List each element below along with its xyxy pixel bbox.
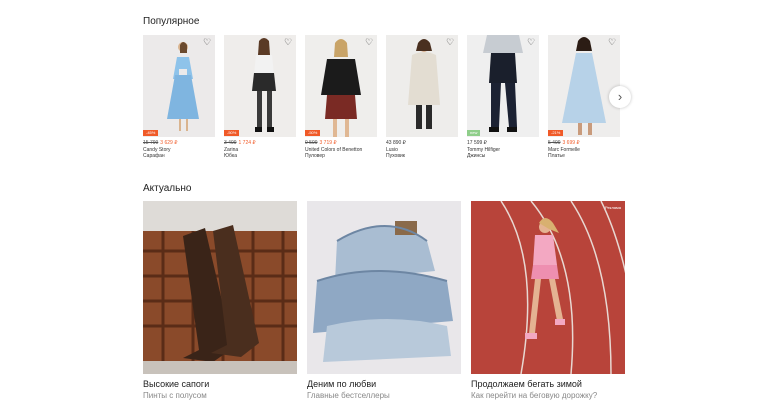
product-image [305, 35, 377, 137]
product-card[interactable]: ♡ -45% 15 799 3 629 ₽ Candy Story Сарафан [143, 35, 215, 159]
promo-image[interactable] [307, 201, 461, 374]
sale-price: 3 699 ₽ [562, 140, 580, 146]
product-card[interactable]: ♡ -50% 9 599 3 719 ₽ United Colors of Ben… [305, 35, 377, 159]
product-prices: 43 890 ₽ [386, 140, 458, 147]
product-photo[interactable]: ♡ -45% [143, 35, 215, 137]
promo-subtitle: Пинты с полусом [143, 391, 207, 400]
running-image [471, 201, 625, 374]
actual-section-title: Актуально [143, 183, 192, 194]
product-image [548, 35, 620, 137]
product-image [386, 35, 458, 137]
product-prices: 9 599 3 719 ₽ [305, 140, 377, 147]
denim-image [307, 201, 461, 374]
popular-section-title: Популярное [143, 16, 200, 27]
chevron-right-icon[interactable]: › [609, 86, 631, 108]
favorite-heart-icon[interactable]: ♡ [283, 37, 293, 47]
price: 43 890 ₽ [386, 140, 406, 146]
discount-badge: -21% [548, 130, 564, 136]
favorite-heart-icon[interactable]: ♡ [526, 37, 536, 47]
discount-badge: -45% [143, 130, 159, 136]
sale-price: 1 724 ₽ [238, 140, 256, 146]
promo-subtitle: Главные бестселлеры [307, 391, 390, 400]
favorite-heart-icon[interactable]: ♡ [445, 37, 455, 47]
product-image [143, 35, 215, 137]
promo-title[interactable]: Высокие сапоги [143, 379, 297, 390]
favorite-heart-icon[interactable]: ♡ [364, 37, 374, 47]
promo-subtitle: Как перейти на беговую дорожку? [471, 391, 598, 400]
product-type: Джинсы [467, 153, 486, 159]
promo-tile[interactable]: Деним по любви Главные бестселлеры [307, 201, 461, 401]
popular-products-carousel: ♡ -45% 15 799 3 629 ₽ Candy Story Сарафан… [143, 35, 623, 165]
promo-tile[interactable]: Реклама Продолжаем бегать зимой Как пере… [471, 201, 625, 401]
product-image [467, 35, 539, 137]
old-price: 5 499 [548, 140, 561, 146]
boots-image [143, 201, 297, 374]
old-price: 3 499 [224, 140, 237, 146]
promo-tile[interactable]: Высокие сапоги Пинты с полусом [143, 201, 297, 401]
sale-price: 3 719 ₽ [319, 140, 337, 146]
product-image [224, 35, 296, 137]
promo-image[interactable]: Реклама [471, 201, 625, 374]
discount-badge: -50% [305, 130, 321, 136]
promo-title[interactable]: Деним по любви [307, 379, 461, 390]
product-card[interactable]: ♡ new 17 599 ₽ Tommy Hilfiger Джинсы [467, 35, 539, 159]
product-card[interactable]: ♡ 43 890 ₽ Lusio Пуховик [386, 35, 458, 159]
product-prices: 15 799 3 629 ₽ [143, 140, 215, 147]
price: 17 599 ₽ [467, 140, 487, 146]
product-type: Сарафан [143, 153, 165, 159]
product-prices: 3 499 1 724 ₽ [224, 140, 296, 147]
favorite-heart-icon[interactable]: ♡ [607, 37, 617, 47]
product-type: Платье [548, 153, 565, 159]
product-photo[interactable]: ♡ -21% [548, 35, 620, 137]
old-price: 15 799 [143, 140, 159, 146]
favorite-heart-icon[interactable]: ♡ [202, 37, 212, 47]
product-photo[interactable]: ♡ new [467, 35, 539, 137]
new-badge: new [467, 130, 481, 136]
product-photo[interactable]: ♡ -50% [224, 35, 296, 137]
product-type: Юбка [224, 153, 237, 159]
ad-label: Реклама [604, 205, 621, 210]
promo-image[interactable] [143, 201, 297, 374]
product-photo[interactable]: ♡ -50% [305, 35, 377, 137]
product-type: Пуховик [386, 153, 405, 159]
promo-title[interactable]: Продолжаем бегать зимой [471, 379, 625, 390]
product-card[interactable]: ♡ -50% 3 499 1 724 ₽ Zarina Юбка [224, 35, 296, 159]
old-price: 9 599 [305, 140, 318, 146]
sale-price: 3 629 ₽ [160, 140, 178, 146]
product-prices: 5 499 3 699 ₽ [548, 140, 620, 147]
product-prices: 17 599 ₽ [467, 140, 539, 147]
discount-badge: -50% [224, 130, 240, 136]
product-type: Пуловер [305, 153, 325, 159]
product-photo[interactable]: ♡ [386, 35, 458, 137]
